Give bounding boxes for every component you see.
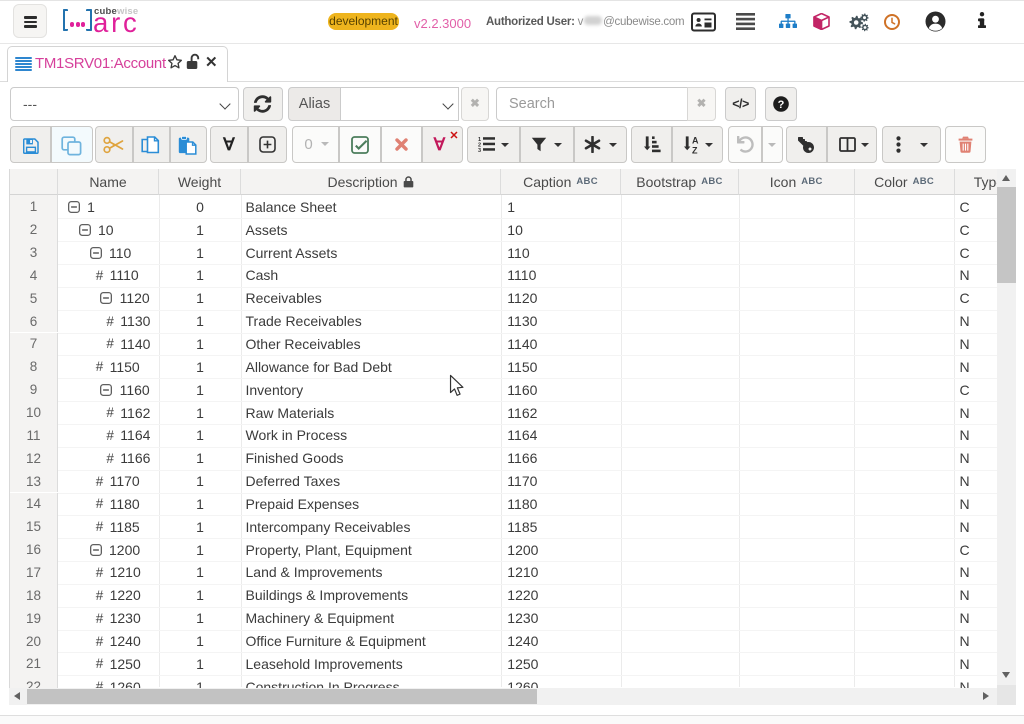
svg-text:A: A (692, 135, 699, 145)
svg-text:Z: Z (692, 145, 698, 154)
svg-text:3: 3 (478, 148, 481, 152)
svg-text:?: ? (778, 99, 785, 111)
